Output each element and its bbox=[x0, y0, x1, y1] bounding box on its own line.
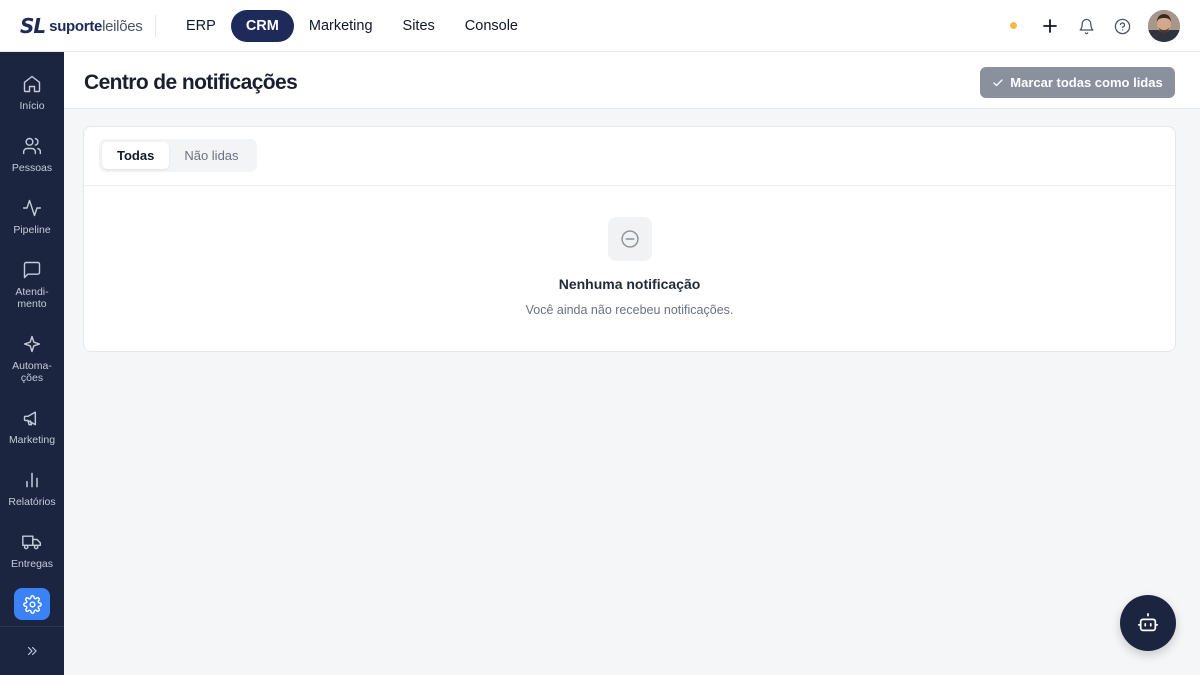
plus-icon[interactable] bbox=[1040, 16, 1060, 36]
top-bar: SL suporteleilões ERP CRM Marketing Site… bbox=[0, 0, 1200, 52]
mark-all-read-button[interactable]: Marcar todas como lidas bbox=[980, 67, 1175, 98]
bell-icon[interactable] bbox=[1076, 16, 1096, 36]
truck-icon bbox=[21, 531, 43, 553]
sidebar-item-pipeline[interactable]: Pipeline bbox=[0, 197, 64, 236]
nav-console[interactable]: Console bbox=[450, 10, 533, 42]
gear-icon bbox=[22, 594, 42, 614]
nav-crm[interactable]: CRM bbox=[230, 10, 294, 42]
bar-chart-icon bbox=[21, 469, 43, 491]
minus-circle-icon bbox=[608, 217, 652, 261]
avatar[interactable] bbox=[1148, 10, 1180, 42]
logo-name-bold: suporte bbox=[49, 17, 103, 35]
sidebar-item-inicio[interactable]: Início bbox=[0, 73, 64, 112]
card-divider bbox=[84, 185, 1175, 186]
sidebar-item-marketing[interactable]: Marketing bbox=[0, 407, 64, 446]
bot-icon bbox=[1137, 612, 1159, 634]
empty-state-title: Nenhuma notificação bbox=[558, 276, 701, 292]
home-icon bbox=[21, 73, 43, 95]
brand-logo[interactable]: SL suporteleilões bbox=[20, 13, 143, 39]
tab-nao-lidas[interactable]: Não lidas bbox=[169, 142, 253, 169]
nav-marketing[interactable]: Marketing bbox=[294, 10, 388, 42]
empty-state-subtitle: Você ainda não recebeu notificações. bbox=[525, 303, 734, 317]
chevrons-right-icon[interactable] bbox=[22, 642, 42, 660]
page-title: Centro de notificações bbox=[84, 71, 298, 94]
sparkle-icon bbox=[21, 333, 43, 355]
sidebar-label: Pipeline bbox=[13, 224, 51, 236]
nav-erp[interactable]: ERP bbox=[171, 10, 231, 42]
logo-mark: SL bbox=[20, 14, 46, 38]
help-icon[interactable] bbox=[1112, 16, 1132, 36]
page-header: Centro de notificações Marcar todas como… bbox=[64, 52, 1200, 109]
megaphone-icon bbox=[21, 407, 43, 429]
tab-todas[interactable]: Todas bbox=[102, 142, 170, 169]
logo-wordmark: suporteleilões bbox=[49, 17, 143, 35]
settings-button[interactable] bbox=[14, 588, 50, 620]
sidebar-item-pessoas[interactable]: Pessoas bbox=[0, 135, 64, 174]
sidebar-item-atendimento[interactable]: Atendi- mento bbox=[0, 259, 64, 310]
mark-all-read-label: Marcar todas como lidas bbox=[1010, 75, 1163, 90]
sidebar-label: Automa- ções bbox=[12, 360, 52, 384]
status-dot bbox=[1010, 22, 1017, 29]
nav-sites[interactable]: Sites bbox=[388, 10, 450, 42]
sidebar-item-entregas[interactable]: Entregas bbox=[0, 531, 64, 570]
assistant-bot-button[interactable] bbox=[1120, 595, 1176, 651]
message-icon bbox=[21, 259, 43, 281]
sidebar-label: Início bbox=[19, 100, 45, 112]
notifications-card: Todas Não lidas Nenhuma notificação Você… bbox=[83, 126, 1176, 352]
sidebar: Início Pessoas Pipeline Atendi- mento Au… bbox=[0, 52, 64, 675]
users-icon bbox=[21, 135, 43, 157]
check-icon bbox=[992, 77, 1004, 89]
sidebar-label: Relatórios bbox=[8, 496, 56, 508]
activity-icon bbox=[21, 197, 43, 219]
sidebar-label: Entregas bbox=[10, 558, 54, 570]
notification-tabs: Todas Não lidas bbox=[99, 139, 257, 172]
sidebar-item-relatorios[interactable]: Relatórios bbox=[0, 469, 64, 508]
sidebar-label: Atendi- mento bbox=[15, 286, 49, 310]
module-nav: ERP CRM Marketing Sites Console bbox=[171, 10, 533, 42]
sidebar-label: Pessoas bbox=[11, 162, 53, 174]
topbar-divider bbox=[155, 15, 156, 37]
sidebar-item-automacoes[interactable]: Automa- ções bbox=[0, 333, 64, 384]
logo-name-light: leilões bbox=[102, 17, 143, 35]
sidebar-divider bbox=[0, 626, 64, 627]
sidebar-label: Marketing bbox=[8, 434, 56, 446]
